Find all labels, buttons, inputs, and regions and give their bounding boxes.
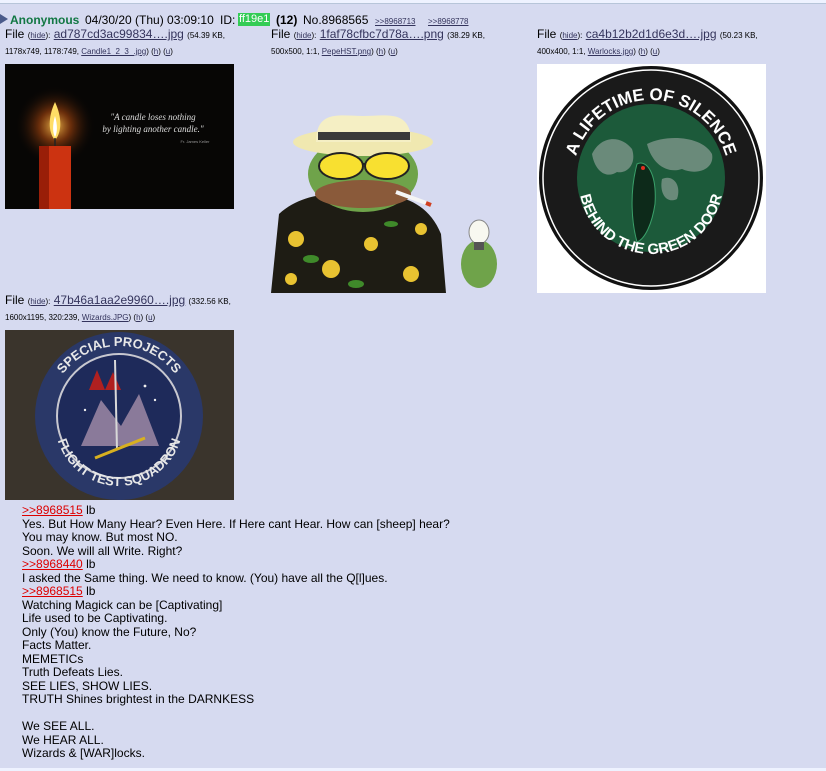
hide-file-link[interactable]: hide xyxy=(30,31,45,40)
quote-line: >>8968515 lb xyxy=(22,503,812,518)
poster-post-count: (12) xyxy=(276,13,298,27)
pepe-thumbnail[interactable] xyxy=(271,64,500,293)
hide-file-link[interactable]: hide xyxy=(296,31,311,40)
message-line: Soon. We will all Write. Right? xyxy=(22,543,183,558)
file-label: File xyxy=(5,27,25,41)
warlocks-patch-thumbnail[interactable]: A LIFETIME OF SILENCE BEHIND THE GREEN D… xyxy=(537,64,766,293)
h-link[interactable]: h xyxy=(379,47,383,56)
message-line: You may know. But most NO. xyxy=(22,530,178,544)
message-line: Life used to be Captivating. xyxy=(22,611,168,625)
file-info: File (hide): ca4b12b2d1d6e3d….jpg (50.23… xyxy=(537,27,758,56)
message-line xyxy=(22,707,812,721)
hide-file-link[interactable]: hide xyxy=(562,31,577,40)
candle-quote-line1: "A candle loses nothing xyxy=(110,112,196,122)
quote-suffix: lb xyxy=(82,503,96,517)
file-name-link[interactable]: ad787cd3ac99834….jpg xyxy=(54,27,184,41)
message-line: TRUTH Shines brightest in the DARNKESS xyxy=(22,692,255,706)
file-dimensions: 1600x1195, 320:239, xyxy=(5,313,80,322)
quote-suffix: lb xyxy=(82,557,96,571)
message-line: SEE LIES, SHOW LIES. xyxy=(22,678,153,693)
file-size: 332.56 KB, xyxy=(191,297,231,306)
message-line: I asked the Same thing. We need to know.… xyxy=(22,570,388,585)
file-label: File xyxy=(537,27,557,41)
file-dimensions: 500x500, 1:1, xyxy=(271,47,320,56)
file-info: File (hide): 1faf78cfbc7d78a….png (38.29… xyxy=(271,27,485,56)
original-filename-link[interactable]: Warlocks.jpg xyxy=(588,47,634,56)
file-info: File (hide): ad787cd3ac99834….jpg (54.39… xyxy=(5,27,225,56)
file-info: File (hide): 47b46a1aa2e9960….jpg (332.5… xyxy=(5,293,231,322)
message-line: We SEE ALL. xyxy=(22,719,95,733)
u-link[interactable]: u xyxy=(653,47,657,56)
candle-thumbnail[interactable]: "A candle loses nothing by lighting anot… xyxy=(5,64,234,209)
original-filename-link[interactable]: PepeHST.png xyxy=(322,47,371,56)
reply-post: Anonymous 04/30/20 (Thu) 03:09:10 ID: ff… xyxy=(0,3,826,768)
file-dimensions: 1178x749, 1178:749, xyxy=(5,47,79,56)
message-line: Only (You) know the Future, No? xyxy=(22,624,197,639)
quote-link[interactable]: >>8968440 xyxy=(22,557,83,571)
file-label: File xyxy=(271,27,291,41)
candle-quote-line2: by lighting another candle." xyxy=(102,124,203,134)
h-link[interactable]: h xyxy=(154,47,158,56)
quote-link[interactable]: >>8968515 xyxy=(22,584,83,598)
poster-id-badge[interactable]: ff19e1 xyxy=(238,13,271,26)
file-size: 54.39 KB, xyxy=(189,31,225,40)
h-link[interactable]: h xyxy=(641,47,645,56)
file-dimensions: 400x400, 1:1, xyxy=(537,47,586,56)
file-label: File xyxy=(5,293,25,307)
u-link[interactable]: u xyxy=(391,47,395,56)
message-line: Yes. But How Many Hear? Even Here. If He… xyxy=(22,516,450,531)
original-filename-link[interactable]: Wizards.JPG xyxy=(82,313,129,322)
candle-quote-author: Fr. James Keller xyxy=(181,139,211,144)
u-link[interactable]: u xyxy=(148,313,152,322)
file-name-link[interactable]: 1faf78cfbc7d78a….png xyxy=(320,27,444,41)
post-number-link[interactable]: No.8968565 xyxy=(303,12,368,28)
message-line: We HEAR ALL. xyxy=(22,732,104,747)
post-datetime: 04/30/20 (Thu) 03:09:10 xyxy=(85,13,214,27)
quote-line: >>8968440 lb xyxy=(22,557,812,572)
message-line: Truth Defeats Lies. xyxy=(22,665,123,679)
file-size: 50.23 KB, xyxy=(722,31,758,40)
original-filename-link[interactable]: Candle1_2_3_.jpg xyxy=(81,47,146,56)
post-menu-arrow-icon[interactable] xyxy=(0,14,8,24)
message-line: Watching Magick can be [Captivating] xyxy=(22,597,223,612)
poster-name: Anonymous xyxy=(10,13,80,27)
quote-suffix: lb xyxy=(82,584,96,598)
quote-link[interactable]: >>8968515 xyxy=(22,503,83,517)
h-link[interactable]: h xyxy=(136,313,140,322)
poster-id-label: ID: xyxy=(220,13,236,27)
message-line: Facts Matter. xyxy=(22,638,92,652)
post-message: >>8968515 lb Yes. But How Many Hear? Even… xyxy=(22,503,812,761)
file-name-link[interactable]: 47b46a1aa2e9960….jpg xyxy=(54,293,185,307)
wizards-patch-thumbnail[interactable]: SPECIAL PROJECTS FLIGHT TEST SQUADRON xyxy=(5,330,234,500)
file-name-link[interactable]: ca4b12b2d1d6e3d….jpg xyxy=(586,27,717,41)
hide-file-link[interactable]: hide xyxy=(30,297,45,306)
u-link[interactable]: u xyxy=(166,47,170,56)
message-line: Wizards & [WAR]locks. xyxy=(22,746,145,760)
file-size: 38.29 KB, xyxy=(449,31,485,40)
quote-line: >>8968515 lb xyxy=(22,584,812,599)
message-line: MEMETICs xyxy=(22,651,84,666)
